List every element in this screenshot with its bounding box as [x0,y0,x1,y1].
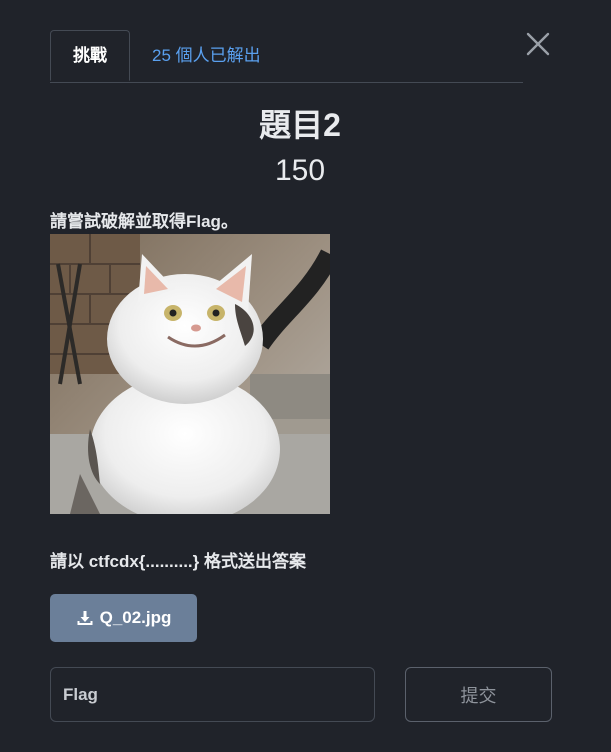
challenge-points: 150 [274,154,326,187]
challenge-hint: 請以 ctfcdx{..........} 格式送出答案 [50,552,306,571]
file-name-label: Q_02.jpg [99,608,172,627]
download-file-button[interactable]: Q_02.jpg [50,594,197,642]
challenge-description: 請嘗試破解並取得Flag。 [50,212,238,231]
tab-solves[interactable]: 25 個人已解出 [152,30,261,81]
cat-photo [50,234,330,514]
challenge-title: 題目2 [259,107,341,143]
submit-button[interactable]: 提交 [405,667,552,722]
tab-challenge[interactable]: 挑戰 [50,30,130,81]
close-icon[interactable] [524,30,552,58]
download-icon [77,611,93,625]
cat-illustration [50,234,330,514]
flag-input[interactable] [50,667,375,722]
challenge-tabs: 挑戰 25 個人已解出 [50,30,523,83]
challenge-modal: 挑戰 25 個人已解出 題目2 150 請嘗試破解並取得Flag。 請以 ctf… [0,0,611,752]
